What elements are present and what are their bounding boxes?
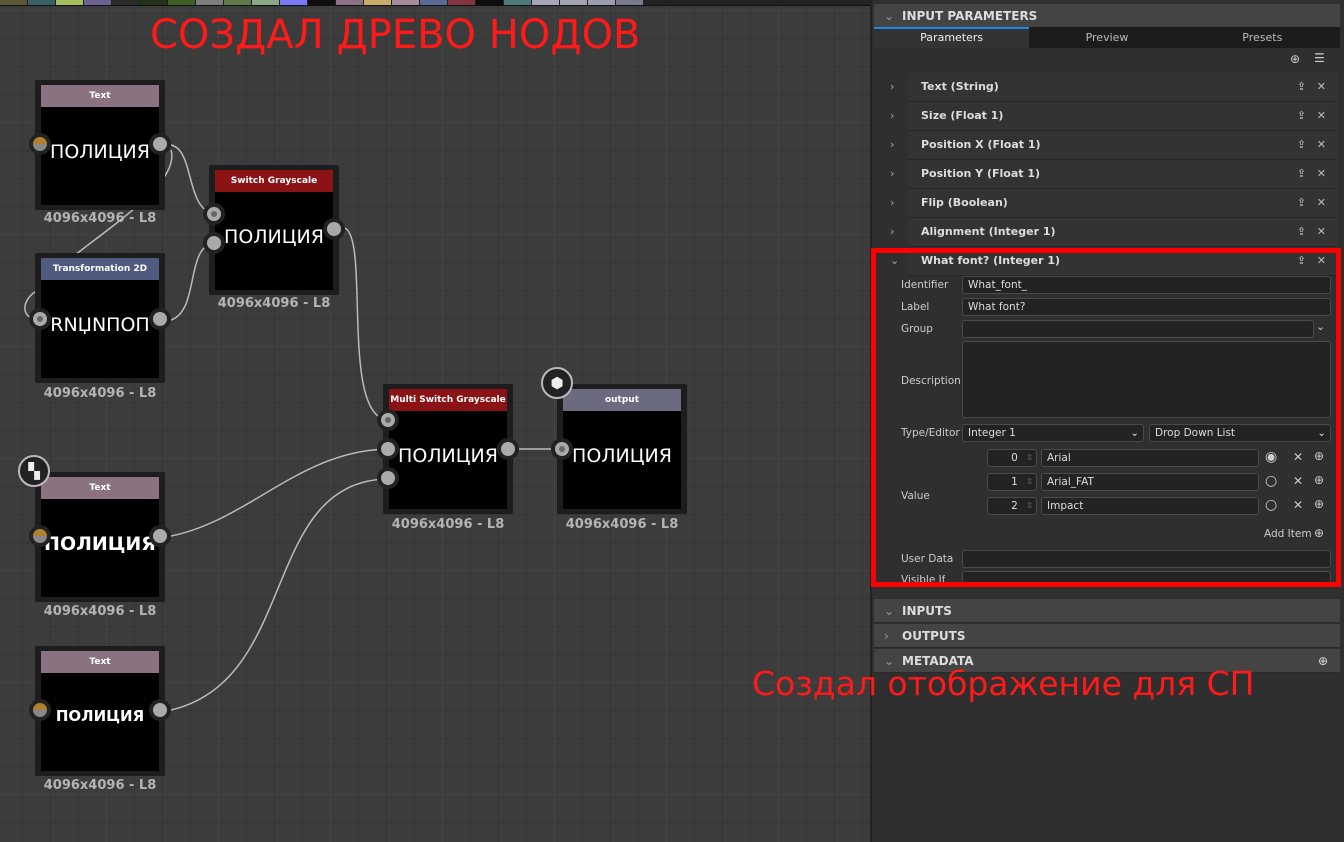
node-title: Switch Grayscale <box>215 170 333 192</box>
output-port[interactable] <box>149 699 171 721</box>
node-resolution: 4096x4096 - L8 <box>565 517 679 532</box>
input-port[interactable] <box>551 438 573 460</box>
output-port[interactable] <box>149 133 171 155</box>
close-icon[interactable]: ✕ <box>1317 102 1326 130</box>
cube-icon: ⬢ <box>541 367 573 399</box>
tab-preview[interactable]: Preview <box>1029 27 1184 48</box>
parameter-row[interactable]: › Text (String) ⇪ ✕ <box>890 73 1338 102</box>
wire <box>170 478 390 711</box>
input-port[interactable] <box>203 232 225 254</box>
node-output[interactable]: output ПОЛИЦИЯ <box>557 384 687 514</box>
chevron-down-icon: ⌄ <box>884 604 895 618</box>
node-preview: ПОЛИЦИЯ <box>41 499 159 597</box>
node-text-1[interactable]: Text ПОЛИЦИЯ <box>35 80 165 210</box>
checker-pattern-icon: ▚ <box>18 455 50 487</box>
node-preview: ПОЛИЦИЯ <box>41 107 159 205</box>
parameter-row[interactable]: › Flip (Boolean) ⇪ ✕ <box>890 189 1338 218</box>
parameter-row[interactable]: › Position X (Float 1) ⇪ ✕ <box>890 131 1338 160</box>
sort-menu-icon[interactable]: ☰ <box>1314 51 1325 65</box>
parameter-name: Flip (Boolean) <box>921 196 1008 209</box>
node-preview: ПОЛИЦИЯ <box>389 411 507 509</box>
close-icon[interactable]: ✕ <box>1317 73 1326 101</box>
tree-annotation: СОЗДАЛ ДРЕВО НОДОВ <box>150 12 641 58</box>
chevron-right-icon[interactable]: › <box>890 73 894 101</box>
tab-parameters[interactable]: Parameters <box>874 27 1030 48</box>
chevron-right-icon[interactable]: › <box>890 102 894 130</box>
node-preview: RNЏNПОП <box>41 280 159 378</box>
node-preview: ПОЛИЦИЯ <box>215 192 333 290</box>
output-port[interactable] <box>149 525 171 547</box>
node-text-3[interactable]: Text ПОЛИЦИЯ <box>35 646 165 776</box>
input-port[interactable] <box>377 438 399 460</box>
node-title: Text <box>41 651 159 673</box>
inputs-section[interactable]: ⌄ INPUTS <box>874 599 1340 623</box>
export-icon[interactable]: ⇪ <box>1297 131 1306 159</box>
input-port[interactable] <box>29 525 51 547</box>
output-port[interactable] <box>149 308 171 330</box>
node-title: Multi Switch Grayscale <box>389 389 507 411</box>
node-resolution: 4096x4096 - L8 <box>391 517 505 532</box>
export-icon[interactable]: ⇪ <box>1297 189 1306 217</box>
highlight-box <box>871 248 1341 587</box>
output-port[interactable] <box>497 438 519 460</box>
node-resolution: 4096x4096 - L8 <box>43 778 157 793</box>
add-parameter-icon[interactable]: ⊕ <box>1290 52 1300 66</box>
input-port[interactable] <box>29 133 51 155</box>
parameter-name: Text (String) <box>921 80 999 93</box>
input-port[interactable] <box>29 699 51 721</box>
export-icon[interactable]: ⇪ <box>1297 218 1306 246</box>
input-parameters-header[interactable]: ⌄ INPUT PARAMETERS <box>874 4 1340 28</box>
node-resolution: 4096x4096 - L8 <box>43 211 157 226</box>
node-title: output <box>563 389 681 411</box>
node-title: Transformation 2D <box>41 258 159 280</box>
node-resolution: 4096x4096 - L8 <box>43 604 157 619</box>
wire <box>170 448 390 537</box>
node-graph-canvas[interactable]: СОЗДАЛ ДРЕВО НОДОВ Text ПОЛИЦИЯ 4096x409… <box>0 0 870 842</box>
close-icon[interactable]: ✕ <box>1317 131 1326 159</box>
output-port[interactable] <box>323 218 345 240</box>
chevron-right-icon[interactable]: › <box>890 160 894 188</box>
chevron-down-icon: ⌄ <box>884 9 895 23</box>
export-icon[interactable]: ⇪ <box>1297 73 1306 101</box>
input-port[interactable] <box>377 467 399 489</box>
input-port[interactable] <box>203 203 225 225</box>
node-preview: ПОЛИЦИЯ <box>563 411 681 509</box>
export-icon[interactable]: ⇪ <box>1297 160 1306 188</box>
close-icon[interactable]: ✕ <box>1317 160 1326 188</box>
tab-presets[interactable]: Presets <box>1185 27 1340 48</box>
node-preview: ПОЛИЦИЯ <box>41 673 159 771</box>
export-icon[interactable]: ⇪ <box>1297 102 1306 130</box>
node-resolution: 4096x4096 - L8 <box>217 296 331 311</box>
node-text-2[interactable]: Text ПОЛИЦИЯ <box>35 472 165 602</box>
tab-bar: Parameters Preview Presets <box>874 27 1340 48</box>
node-resolution: 4096x4096 - L8 <box>43 386 157 401</box>
parameter-name: Alignment (Integer 1) <box>921 225 1056 238</box>
parameter-name: Size (Float 1) <box>921 109 1004 122</box>
parameter-name: Position Y (Float 1) <box>921 167 1041 180</box>
chevron-right-icon: › <box>884 629 889 643</box>
parameter-row[interactable]: › Alignment (Integer 1) ⇪ ✕ <box>890 218 1338 247</box>
add-metadata-icon[interactable]: ⊕ <box>1318 649 1328 673</box>
node-switch-grayscale[interactable]: Switch Grayscale ПОЛИЦИЯ <box>209 165 339 295</box>
node-transformation-2d[interactable]: Transformation 2D RNЏNПОП <box>35 253 165 383</box>
input-port[interactable] <box>377 409 399 431</box>
node-multi-switch-grayscale[interactable]: Multi Switch Grayscale ПОЛИЦИЯ <box>383 384 513 514</box>
close-icon[interactable]: ✕ <box>1317 189 1326 217</box>
chevron-right-icon[interactable]: › <box>890 189 894 217</box>
parameter-row[interactable]: › Size (Float 1) ⇪ ✕ <box>890 102 1338 131</box>
input-port[interactable] <box>29 308 51 330</box>
parameter-name: Position X (Float 1) <box>921 138 1041 151</box>
node-title: Text <box>41 477 159 499</box>
panel-annotation: Создал отображение для СП <box>752 664 1255 703</box>
chevron-right-icon[interactable]: › <box>890 131 894 159</box>
parameter-row[interactable]: › Position Y (Float 1) ⇪ ✕ <box>890 160 1338 189</box>
close-icon[interactable]: ✕ <box>1317 218 1326 246</box>
chevron-right-icon[interactable]: › <box>890 218 894 246</box>
outputs-section[interactable]: › OUTPUTS <box>874 624 1340 648</box>
node-title: Text <box>41 85 159 107</box>
